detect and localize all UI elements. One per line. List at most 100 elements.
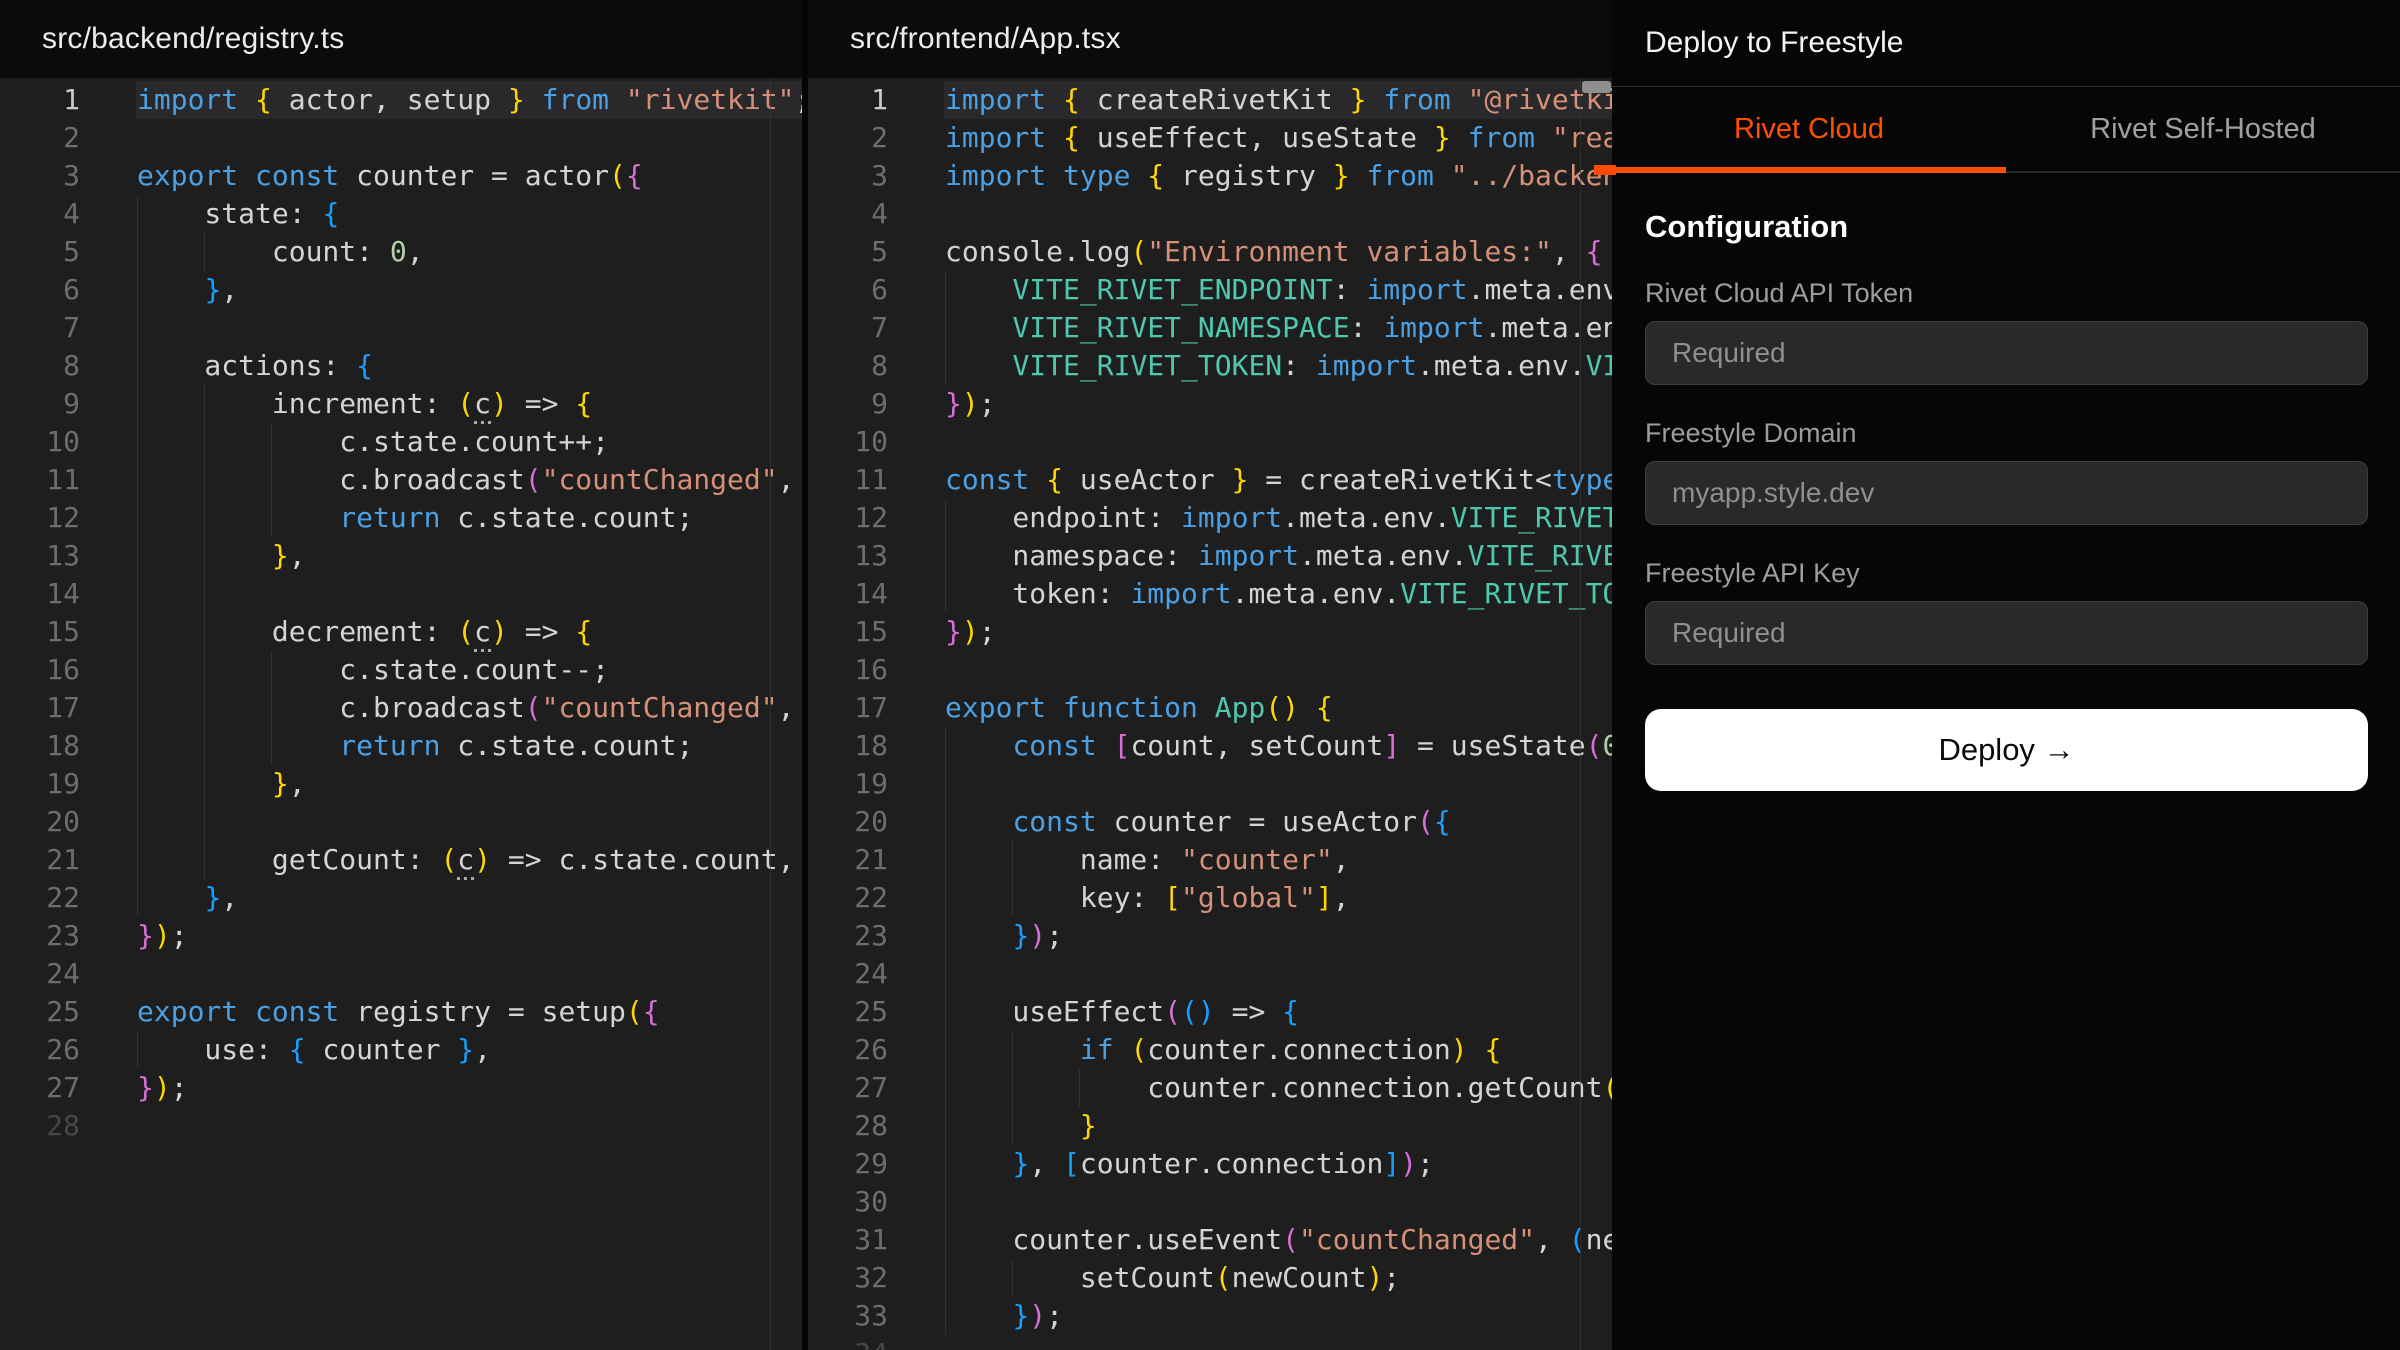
line-number: 27 [808,1069,888,1107]
code-line: 7 VITE_RIVET_NAMESPACE: import.meta.env.… [808,309,1612,347]
code-text [888,651,945,689]
overview-error-mark [1594,165,1616,175]
overview-cursor-mark[interactable] [1582,81,1611,93]
code-line: 14 token: import.meta.env.VITE_RIVET_TOK… [808,575,1612,613]
line-number: 20 [808,803,888,841]
code-text: state: { [80,195,339,233]
indent-guide [137,575,138,613]
code-text: }, [counter.connection]); [888,1145,1434,1183]
tab-rivet-cloud-label: Rivet Cloud [1734,113,1884,146]
code-text: }, [80,765,306,803]
input-rivet-cloud-api-token[interactable] [1645,321,2368,385]
line-number: 16 [0,651,80,689]
code-line: 9}); [808,385,1612,423]
code-text: decrement: (c) => { [80,613,592,651]
code-text: actions: { [80,347,373,385]
line-number: 4 [808,195,888,233]
code-line: 25 useEffect(() => { [808,993,1612,1031]
line-number: 28 [808,1107,888,1145]
indent-guide [945,1183,946,1221]
code-line: 20 const counter = useActor({ [808,803,1612,841]
line-number: 1 [808,81,888,119]
line-number: 15 [0,613,80,651]
code-text: export const counter = actor({ [80,157,643,195]
code-line: 33 }); [808,1297,1612,1335]
active-tab-underline [1612,167,2006,173]
line-number: 17 [0,689,80,727]
code-line: 18 const [count, setCount] = useState(0)… [808,727,1612,765]
deploy-panel-title: Deploy to Freestyle [1645,26,1903,60]
code-line: 5 count: 0, [0,233,802,271]
line-number: 8 [808,347,888,385]
code-text [80,803,137,841]
line-number: 10 [0,423,80,461]
deploy-tabs: Rivet Cloud Rivet Self-Hosted [1612,87,2400,173]
code-text: import type { registry } from "../backen… [888,157,1612,195]
code-text: c.state.count++; [80,423,609,461]
line-number: 7 [0,309,80,347]
tab-rivet-self-hosted[interactable]: Rivet Self-Hosted [2006,87,2400,171]
field-label-freestyle-domain: Freestyle Domain [1645,419,2368,447]
code-text: }); [888,1297,1063,1335]
line-number: 26 [0,1031,80,1069]
input-freestyle-api-key[interactable] [1645,601,2368,665]
code-line: 13 }, [0,537,802,575]
line-number: 11 [808,461,888,499]
code-line: 17 c.broadcast("countChanged", c.state.c… [0,689,802,727]
line-number: 29 [808,1145,888,1183]
code-text: }, [80,879,238,917]
code-line: 12 return c.state.count; [0,499,802,537]
code-text [888,1183,945,1221]
code-text [80,309,137,347]
code-text: VITE_RIVET_NAMESPACE: import.meta.env.VI… [888,309,1612,347]
line-number: 18 [808,727,888,765]
code-line: 10 [808,423,1612,461]
line-number: 28 [0,1107,80,1145]
code-line: 18 return c.state.count; [0,727,802,765]
code-line: 9 increment: (c) => { [0,385,802,423]
code-text [888,1335,945,1350]
tab-rivet-self-hosted-label: Rivet Self-Hosted [2090,113,2316,146]
line-number: 30 [808,1183,888,1221]
code-line: 16 c.state.count--; [0,651,802,689]
code-text: import { useEffect, useState } from "rea… [888,119,1612,157]
code-text: }); [888,917,1063,955]
code-text: }, [80,271,238,309]
code-line: 22 }, [0,879,802,917]
line-number: 31 [808,1221,888,1259]
code-text: setCount(newCount); [888,1259,1400,1297]
code-line: 19 }, [0,765,802,803]
code-line: 22 key: ["global"], [808,879,1612,917]
code-text: getCount: (c) => c.state.count, [80,841,794,879]
line-number: 32 [808,1259,888,1297]
indent-guide [204,575,205,613]
code-text: import { actor, setup } from "rivetkit"; [80,81,802,119]
deploy-button[interactable]: Deploy → [1645,709,2368,791]
line-number: 23 [808,917,888,955]
code-text: endpoint: import.meta.env.VITE_RIVET_END… [888,499,1612,537]
code-text [888,195,945,233]
line-number: 10 [808,423,888,461]
field-label-rivet-cloud-api-token: Rivet Cloud API Token [1645,279,2368,307]
code-text: }); [80,1069,188,1107]
line-number: 13 [808,537,888,575]
code-text: const { useActor } = createRivetKit<type… [888,461,1612,499]
code-line: 3import type { registry } from "../backe… [808,157,1612,195]
code-area-registry[interactable]: 1import { actor, setup } from "rivetkit"… [0,78,802,1350]
code-text: } [888,1107,1097,1145]
code-line: 23}); [0,917,802,955]
code-line: 23 }); [808,917,1612,955]
code-line: 6 VITE_RIVET_ENDPOINT: import.meta.env.V… [808,271,1612,309]
line-number: 2 [0,119,80,157]
input-freestyle-domain[interactable] [1645,461,2368,525]
code-text [888,423,945,461]
field-label-freestyle-api-key: Freestyle API Key [1645,559,2368,587]
code-line: 13 namespace: import.meta.env.VITE_RIVET… [808,537,1612,575]
line-number: 25 [808,993,888,1031]
code-area-app[interactable]: 1import { createRivetKit } from "@rivetk… [808,78,1612,1350]
tab-rivet-cloud[interactable]: Rivet Cloud [1612,87,2006,171]
code-text [80,955,137,993]
line-number: 15 [808,613,888,651]
code-line: 6 }, [0,271,802,309]
line-number: 20 [0,803,80,841]
